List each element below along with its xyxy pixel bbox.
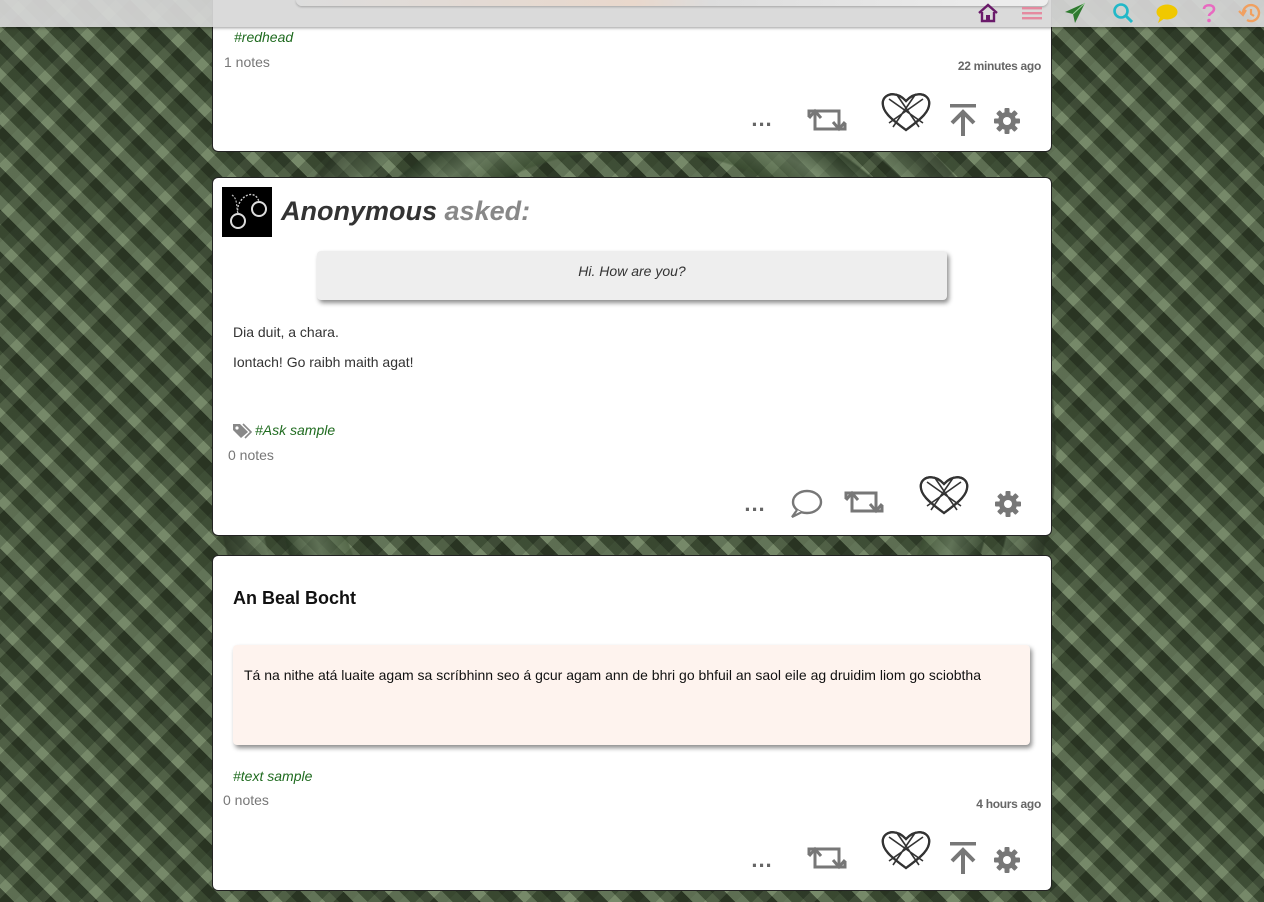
ask-label: asked: xyxy=(444,196,531,226)
home-icon[interactable] xyxy=(976,2,1000,24)
post-card-text: An Beal Bocht Tá na nithe atá luaite aga… xyxy=(212,555,1052,891)
handcuffs-icon xyxy=(230,193,267,229)
notes-count[interactable]: 1 notes xyxy=(224,54,270,70)
ask-author[interactable]: Anonymous xyxy=(281,196,437,226)
notes-count[interactable]: 0 notes xyxy=(228,447,274,463)
comment-icon[interactable] xyxy=(788,488,824,520)
post-time[interactable]: 4 hours ago xyxy=(976,797,1041,811)
post-tag[interactable]: #redhead xyxy=(234,29,293,45)
post-body: Tá na nithe atá luaite agam sa scríbhinn… xyxy=(233,645,1030,745)
like-heart-icon[interactable] xyxy=(917,474,971,516)
reblog-icon[interactable] xyxy=(842,486,886,518)
chat-icon[interactable] xyxy=(1155,2,1179,24)
more-icon[interactable]: ... xyxy=(742,491,768,516)
like-heart-icon[interactable] xyxy=(879,91,933,133)
answer-line-2: Iontach! Go raibh maith agat! xyxy=(233,354,414,370)
ask-heading: Anonymous asked: xyxy=(281,196,530,227)
post-card-ask: Anonymous asked: Hi. How are you? Dia du… xyxy=(212,177,1052,536)
question-bubble: Hi. How are you? xyxy=(317,251,947,300)
settings-gear-icon[interactable] xyxy=(993,489,1023,519)
reblog-icon[interactable] xyxy=(805,842,849,874)
like-heart-icon[interactable] xyxy=(879,829,933,871)
more-label: ... xyxy=(744,491,766,516)
reblog-icon[interactable] xyxy=(805,104,849,136)
more-label: ... xyxy=(751,847,773,872)
top-navigation-bar xyxy=(0,0,1264,27)
answer-line-1: Dia duit, a chara. xyxy=(233,324,339,340)
post-tag[interactable]: #Ask sample xyxy=(255,422,335,438)
settings-gear-icon[interactable] xyxy=(992,845,1022,875)
history-icon[interactable] xyxy=(1238,2,1262,24)
notes-count[interactable]: 0 notes xyxy=(223,792,269,808)
settings-gear-icon[interactable] xyxy=(992,106,1022,136)
post-tag[interactable]: #text sample xyxy=(233,768,312,784)
menu-icon[interactable] xyxy=(1020,2,1044,24)
previous-post-image-edge xyxy=(296,0,1048,6)
top-arrow-icon[interactable] xyxy=(948,103,978,137)
help-icon[interactable] xyxy=(1197,2,1221,24)
more-icon[interactable]: ... xyxy=(749,847,775,872)
more-icon[interactable]: ... xyxy=(749,106,775,131)
avatar[interactable] xyxy=(222,187,272,237)
search-icon[interactable] xyxy=(1111,2,1135,24)
post-time[interactable]: 22 minutes ago xyxy=(958,59,1041,73)
tags-icon xyxy=(232,423,253,444)
post-title[interactable]: An Beal Bocht xyxy=(233,588,356,609)
more-label: ... xyxy=(751,106,773,131)
send-icon[interactable] xyxy=(1063,2,1087,24)
top-arrow-icon[interactable] xyxy=(948,841,978,875)
